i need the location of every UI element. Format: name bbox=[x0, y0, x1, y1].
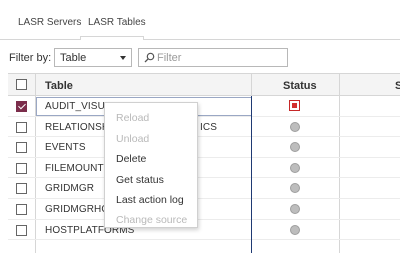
row-checkbox[interactable] bbox=[16, 162, 27, 174]
table-name: GRIDMGRHO bbox=[45, 204, 110, 215]
row-checkbox[interactable] bbox=[16, 142, 27, 154]
table-column-focus-line bbox=[251, 96, 252, 253]
table-row[interactable]: GRIDMGR bbox=[8, 178, 400, 199]
table-row[interactable]: FILEMOUNT bbox=[8, 158, 400, 179]
table-name: AUDIT_VISU bbox=[45, 101, 105, 112]
table-name: GRIDMGR bbox=[45, 183, 95, 195]
status-inactive-icon bbox=[290, 183, 300, 194]
menu-item-last-action-log[interactable]: Last action log bbox=[116, 194, 184, 206]
filter-search-input[interactable]: Filter bbox=[138, 48, 288, 67]
column-divider bbox=[339, 74, 340, 97]
tab-lasr-servers[interactable]: LASR Servers bbox=[18, 17, 81, 28]
status-stopped-icon bbox=[289, 100, 300, 111]
table-name-tail: ICS bbox=[200, 121, 217, 133]
table-row[interactable]: GRIDMGRHO bbox=[8, 199, 400, 220]
active-tab-outline bbox=[80, 36, 144, 40]
table-row[interactable]: RELATIONSH ICS bbox=[8, 117, 400, 138]
table-row[interactable]: EVENTS bbox=[8, 137, 400, 158]
status-inactive-icon bbox=[290, 224, 300, 235]
filter-search-placeholder: Filter bbox=[157, 52, 182, 64]
filter-by-select[interactable]: Table bbox=[54, 48, 132, 67]
table-header: Table Status S bbox=[8, 73, 400, 97]
column-header-status[interactable]: Status bbox=[283, 80, 317, 92]
menu-item-get-status[interactable]: Get status bbox=[116, 174, 164, 186]
menu-item-delete[interactable]: Delete bbox=[116, 153, 146, 165]
table-row[interactable]: HOSTPLATFORMS bbox=[8, 220, 400, 241]
select-all-checkbox[interactable] bbox=[16, 79, 27, 90]
context-menu: Reload Unload Delete Get status Last act… bbox=[104, 102, 198, 228]
row-checkbox[interactable] bbox=[16, 224, 27, 236]
search-icon bbox=[144, 52, 155, 63]
filter-by-select-value: Table bbox=[60, 52, 87, 64]
column-header-next[interactable]: S bbox=[395, 80, 400, 92]
row-checkbox[interactable] bbox=[16, 204, 27, 215]
status-inactive-icon bbox=[290, 142, 300, 153]
tab-lasr-tables[interactable]: LASR Tables bbox=[88, 17, 146, 34]
row-checkbox[interactable] bbox=[16, 121, 27, 133]
menu-item-change-source[interactable]: Change source bbox=[116, 214, 187, 226]
column-divider bbox=[35, 74, 36, 97]
table-name: EVENTS bbox=[45, 142, 86, 154]
menu-item-reload[interactable]: Reload bbox=[116, 112, 149, 124]
table-name: FILEMOUNT bbox=[45, 162, 104, 174]
filter-by-label: Filter by: bbox=[9, 52, 52, 64]
row-checkbox[interactable] bbox=[16, 101, 27, 112]
status-inactive-icon bbox=[290, 121, 300, 132]
column-divider bbox=[251, 74, 252, 97]
table-row[interactable]: AUDIT_VISU bbox=[8, 96, 400, 117]
table-name: RELATIONSH bbox=[45, 121, 110, 133]
tab-bar: LASR Servers LASR Tables bbox=[0, 0, 400, 40]
chevron-down-icon bbox=[120, 56, 126, 60]
column-header-table[interactable]: Table bbox=[45, 80, 73, 92]
row-checkbox[interactable] bbox=[16, 183, 27, 195]
menu-item-unload[interactable]: Unload bbox=[116, 133, 149, 145]
status-inactive-icon bbox=[290, 162, 300, 173]
lasr-tables-grid: Table Status S AUDIT_VISU RELATIONSH ICS… bbox=[8, 73, 400, 253]
status-inactive-icon bbox=[290, 204, 300, 214]
